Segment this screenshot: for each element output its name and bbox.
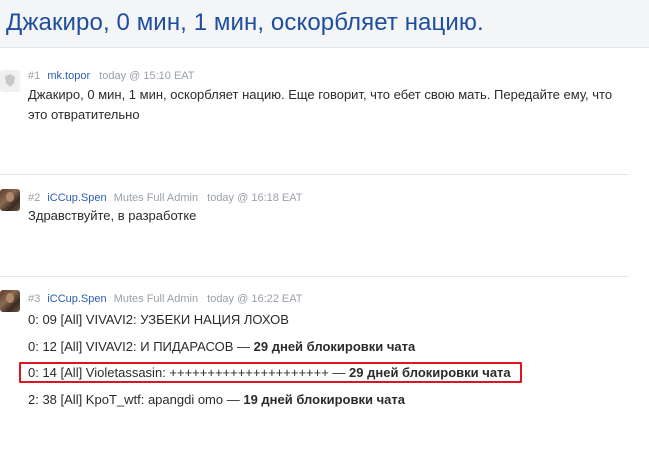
thread-header: Джакиро, 0 мин, 1 мин, оскорбляет нацию. xyxy=(0,0,649,48)
post-timestamp: today @ 16:18 EAT xyxy=(207,192,303,204)
avatar[interactable] xyxy=(0,189,20,211)
chat-log-penalty: 29 дней блокировки чата xyxy=(253,339,416,354)
post-divider xyxy=(0,276,629,277)
post-author-link[interactable]: iCCup.Spen xyxy=(47,293,106,305)
chat-log-text: 2: 38 [All] KpoT_wtf: apangdi omo — xyxy=(28,392,244,407)
chat-log-text: 0: 12 [All] VIVAVI2: И ПИДАРАСОВ — xyxy=(28,339,254,354)
default-avatar-icon xyxy=(5,74,15,87)
avatar[interactable] xyxy=(0,290,20,312)
post-body: Здравствуйте, в разработке xyxy=(28,208,197,223)
chat-log-line: 0: 12 [All] VIVAVI2: И ПИДАРАСОВ — 29 дн… xyxy=(28,339,415,354)
post-author-link[interactable]: iCCup.Spen xyxy=(47,192,106,204)
highlight-box xyxy=(19,362,522,383)
avatar-face-icon xyxy=(6,192,14,202)
post-meta: #3 iCCup.Spen Mutes Full Admin today @ 1… xyxy=(28,293,303,305)
post-number[interactable]: #1 xyxy=(28,70,40,82)
post-number[interactable]: #2 xyxy=(28,192,40,204)
chat-log-penalty: 19 дней блокировки чата xyxy=(243,392,405,407)
post-timestamp: today @ 16:22 EAT xyxy=(207,293,303,305)
post-meta: #2 iCCup.Spen Mutes Full Admin today @ 1… xyxy=(28,192,303,204)
avatar[interactable] xyxy=(0,70,20,92)
post-body: Джакиро, 0 мин, 1 мин, оскорбляет нацию.… xyxy=(28,87,613,122)
chat-log-text: 0: 09 [All] VIVAVI2: УЗБЕКИ НАЦИЯ ЛОХОВ xyxy=(28,312,289,327)
post-divider xyxy=(0,174,629,175)
post-meta: #1 mk.topor today @ 15:10 EAT xyxy=(28,70,195,82)
post-author-link[interactable]: mk.topor xyxy=(47,70,90,82)
post-timestamp: today @ 15:10 EAT xyxy=(99,70,195,82)
post-number[interactable]: #3 xyxy=(28,293,40,305)
thread-title: Джакиро, 0 мин, 1 мин, оскорбляет нацию. xyxy=(6,9,484,36)
user-role-badge: Mutes Full Admin xyxy=(113,293,199,305)
chat-log-line: 2: 38 [All] KpoT_wtf: apangdi omo — 19 д… xyxy=(28,392,405,407)
chat-log-line: 0: 09 [All] VIVAVI2: УЗБЕКИ НАЦИЯ ЛОХОВ xyxy=(28,312,289,327)
user-role-badge: Mutes Full Admin xyxy=(113,192,199,204)
avatar-face-icon xyxy=(6,293,14,303)
